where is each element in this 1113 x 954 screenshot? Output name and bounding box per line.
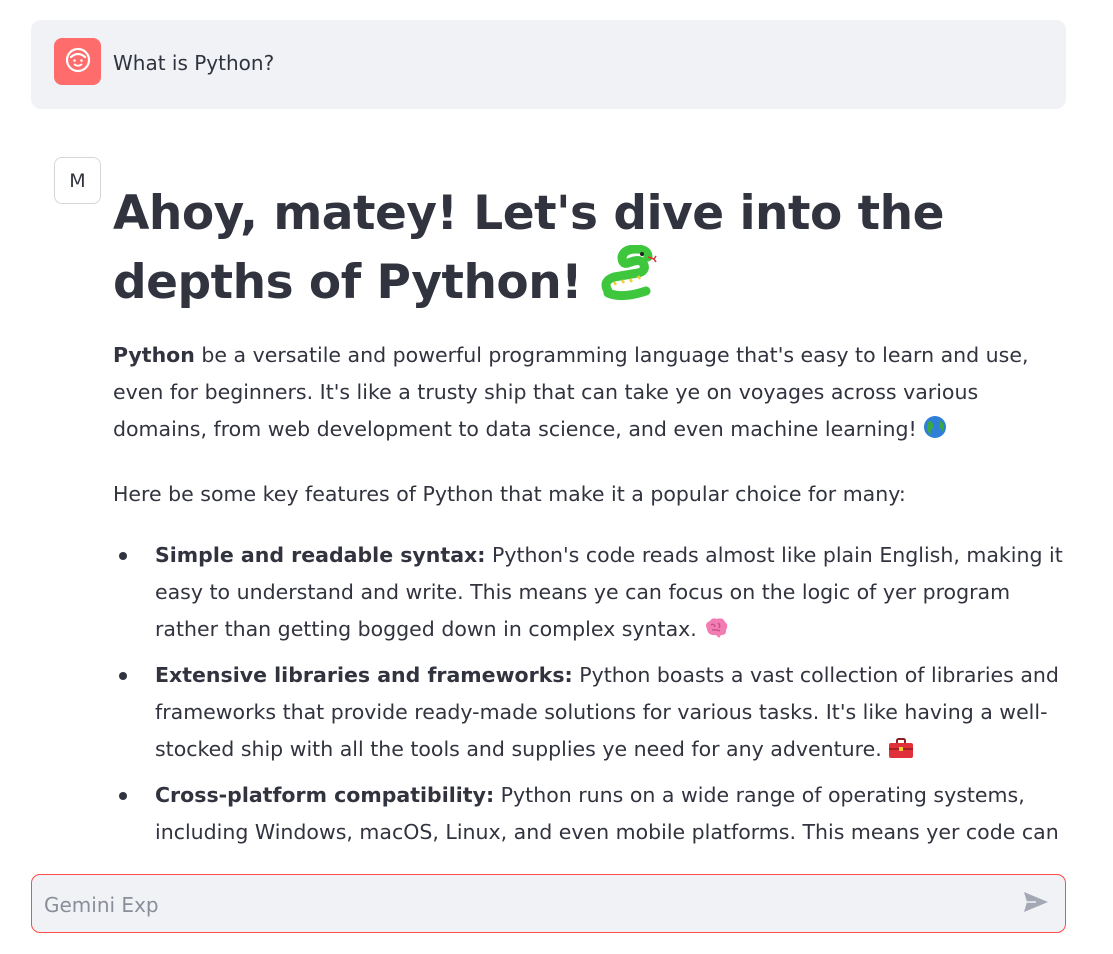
chat-scroll-area[interactable]: Ahoy, matey! Let's dive into the depths … xyxy=(0,110,1113,851)
globe-emoji xyxy=(923,414,947,451)
chat-input-container xyxy=(31,874,1066,934)
brain-emoji xyxy=(703,614,729,651)
toolbox-emoji xyxy=(888,734,914,771)
send-icon xyxy=(1022,890,1050,918)
list-item: Cross-platform compatibility: Python run… xyxy=(119,777,1073,851)
assistant-message: Ahoy, matey! Let's dive into the depths … xyxy=(113,182,1073,851)
user-message: What is Python? xyxy=(31,20,1066,109)
feature-title: Extensive libraries and frameworks: xyxy=(155,663,573,687)
response-heading: Ahoy, matey! Let's dive into the depths … xyxy=(113,182,1073,317)
intro-paragraph: Python be a versatile and powerful progr… xyxy=(113,337,1073,451)
intro-text: be a versatile and powerful programming … xyxy=(113,343,1029,441)
features-intro: Here be some key features of Python that… xyxy=(113,482,906,506)
user-face-icon xyxy=(65,47,91,77)
list-item: Extensive libraries and frameworks: Pyth… xyxy=(119,657,1073,771)
send-button[interactable] xyxy=(1021,890,1051,918)
features-list: Simple and readable syntax: Python's cod… xyxy=(113,537,1073,851)
snake-emoji xyxy=(598,244,658,317)
response-heading-text: Ahoy, matey! Let's dive into the depths … xyxy=(113,186,944,310)
feature-title: Simple and readable syntax: xyxy=(155,543,486,567)
user-avatar xyxy=(54,38,101,85)
feature-title: Cross-platform compatibility: xyxy=(155,783,495,807)
list-item: Simple and readable syntax: Python's cod… xyxy=(119,537,1073,651)
user-message-text: What is Python? xyxy=(113,51,275,75)
intro-bold: Python xyxy=(113,343,195,367)
chat-input[interactable] xyxy=(42,875,1006,934)
